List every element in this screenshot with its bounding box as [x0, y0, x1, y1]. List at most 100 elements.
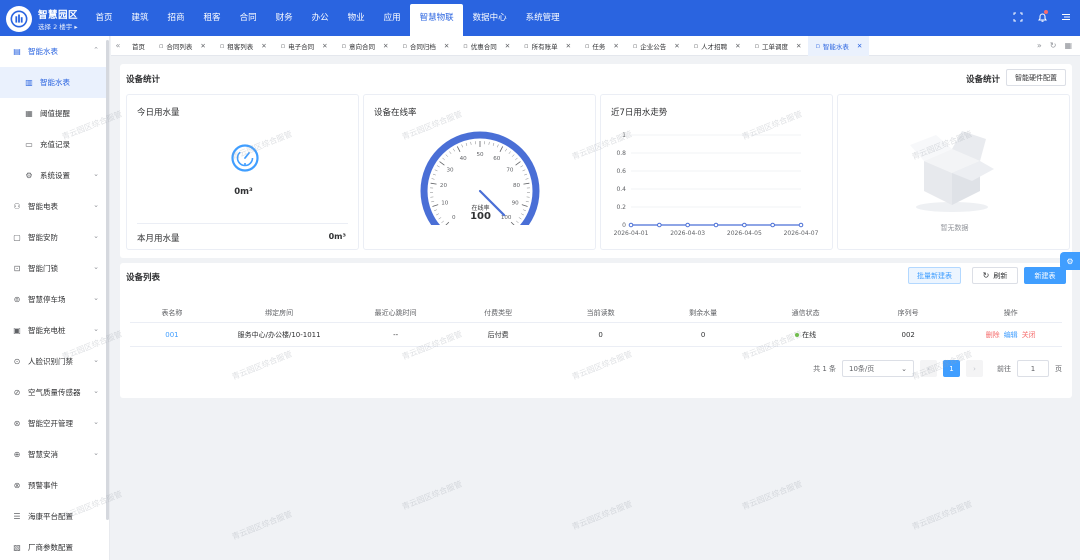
nav-item[interactable]: 租客 — [194, 0, 230, 36]
tabs-scroll-right-icon[interactable]: » — [1037, 41, 1042, 50]
menu-icon[interactable] — [1060, 11, 1072, 23]
y-tick-label: 0.6 — [616, 168, 626, 175]
sidebar-item[interactable]: ⊗ 预警事件 — [0, 470, 109, 501]
gauge-tick — [445, 154, 448, 157]
close-icon[interactable]: ✕ — [796, 42, 801, 50]
sidebar-item[interactable]: ⊚ 智慧停车场 ⌄ — [0, 284, 109, 315]
tab[interactable]: ▫ 意向合同 ✕ — [335, 36, 396, 56]
tab[interactable]: ▫ 智能水表 ✕ — [808, 35, 870, 56]
bell-icon[interactable] — [1036, 10, 1048, 23]
close-icon[interactable]: ✕ — [735, 42, 740, 50]
nav-item[interactable]: 数据中心 — [463, 0, 516, 36]
sidebar-item[interactable]: ▭ 充值记录 — [0, 129, 109, 160]
data-point — [770, 222, 775, 228]
nav-item[interactable]: 办公 — [302, 0, 338, 36]
refresh-button[interactable]: ↻ 刷新 — [972, 267, 1018, 284]
page-number-current[interactable]: 1 — [943, 360, 960, 377]
close-icon[interactable]: ✕ — [261, 42, 266, 50]
sidebar-item[interactable]: ⊙ 人脸识别门禁 ⌄ — [0, 346, 109, 377]
data-point — [628, 222, 634, 228]
tab[interactable]: ▫ 电子合同 ✕ — [274, 36, 335, 56]
data-point — [798, 222, 804, 228]
tab[interactable]: ▫ 优惠合同 ✕ — [456, 36, 517, 56]
gauge-tick — [520, 165, 524, 168]
tab[interactable]: ▫ 人才招聘 ✕ — [687, 36, 748, 56]
sidebar-item[interactable]: ▧ 厂商参数配置 — [0, 532, 109, 560]
close-icon[interactable]: ✕ — [383, 42, 388, 50]
close-icon[interactable]: ✕ — [505, 42, 510, 50]
close-icon[interactable]: ✕ — [444, 42, 449, 50]
sidebar-item-label: 人脸识别门禁 — [28, 357, 73, 366]
refresh-icon: ↻ — [982, 271, 990, 280]
charger-icon: ▣ — [13, 326, 21, 335]
sidebar-item[interactable]: ☰ 海康平台配置 — [0, 501, 109, 532]
nav-item[interactable]: 应用 — [374, 0, 410, 36]
close-icon[interactable]: ✕ — [857, 42, 862, 50]
refresh-tab-icon[interactable]: ↻ — [1050, 41, 1057, 50]
hardware-config-button[interactable]: 智能硬件配置 — [1006, 69, 1066, 86]
sidebar-item[interactable]: ⊡ 智能门锁 ⌄ — [0, 253, 109, 284]
sidebar-item-label: 智能电表 — [28, 202, 58, 211]
sidebar-item[interactable]: ⚙ 系统设置 ⌄ — [0, 160, 109, 191]
sidebar-item-label: 阈值提醒 — [40, 109, 70, 118]
tab[interactable]: ▫ 所有账单 ✕ — [517, 36, 578, 56]
cell-actions: 删除 编辑 关闭 — [959, 330, 1062, 340]
next-page-button[interactable]: › — [966, 360, 983, 377]
sidebar-item[interactable]: ⚇ 智能电表 ⌄ — [0, 191, 109, 222]
sidebar-item[interactable]: ▥ 智能水表 — [0, 67, 109, 98]
sidebar-item[interactable]: ▤ 智能水表 ⌃ — [0, 36, 109, 67]
gauge-tick-label: 40 — [460, 156, 468, 162]
sidebar-item[interactable]: ▣ 智能充电桩 ⌄ — [0, 315, 109, 346]
fullscreen-icon[interactable] — [1012, 11, 1024, 23]
page-size-select[interactable]: 10条/页 ⌄ — [842, 360, 914, 377]
nav-item[interactable]: 招商 — [158, 0, 194, 36]
tab[interactable]: 首页 — [125, 36, 152, 56]
delete-link[interactable]: 删除 — [986, 331, 1000, 339]
settings-float-button[interactable]: ⚙ — [1060, 252, 1080, 270]
prev-page-button[interactable]: ‹ — [920, 360, 937, 377]
cell-name[interactable]: 001 — [130, 331, 214, 339]
y-tick-label: 0 — [622, 222, 626, 229]
watermark: 青云园区综合服管 — [570, 499, 634, 532]
logo — [6, 6, 32, 32]
tab[interactable]: ▫ 合同归档 ✕ — [395, 36, 456, 56]
nav-item[interactable]: 物业 — [338, 0, 374, 36]
new-meter-button[interactable]: 新建表 — [1024, 267, 1066, 284]
sidebar-item[interactable]: ⊕ 智慧安消 ⌄ — [0, 439, 109, 470]
tab[interactable]: ▫ 租客列表 ✕ — [213, 36, 274, 56]
gauge-value: 100 — [470, 211, 491, 222]
gauge-tick — [456, 146, 461, 152]
nav-item[interactable]: 建筑 — [122, 0, 158, 36]
tab[interactable]: ▫ 合同列表 ✕ — [152, 36, 213, 56]
batch-create-button[interactable]: 批量新建表 — [908, 267, 961, 284]
tabs-scroll-left-icon[interactable]: « — [111, 41, 125, 50]
sidebar-item[interactable]: ▦ 阈值提醒 — [0, 98, 109, 129]
close-icon[interactable]: ✕ — [200, 42, 205, 50]
goto-page-input[interactable]: 1 — [1017, 360, 1049, 377]
close-icon[interactable]: ✕ — [674, 42, 679, 50]
gauge-tick — [431, 201, 435, 203]
edit-link[interactable]: 编辑 — [1004, 331, 1018, 339]
sidebar-item[interactable]: ⊘ 空气质量传感器 ⌄ — [0, 377, 109, 408]
close-link[interactable]: 关闭 — [1022, 331, 1036, 339]
nav-item[interactable]: 系统管理 — [516, 0, 569, 36]
grid-icon[interactable]: ▦ — [1064, 41, 1072, 50]
sidebar-item[interactable]: ⊛ 智能空开管理 ⌄ — [0, 408, 109, 439]
tab[interactable]: ▫ 企业公告 ✕ — [626, 36, 687, 56]
sidebar-scrollbar[interactable] — [106, 40, 109, 520]
nav-item[interactable]: 智慧物联 — [410, 4, 464, 36]
tab[interactable]: ▫ 工单调度 ✕ — [748, 36, 809, 56]
building-selector[interactable]: 选择 2 楼宇 ▸ — [38, 21, 78, 31]
nav-item[interactable]: 财务 — [266, 0, 302, 36]
close-icon[interactable]: ✕ — [566, 42, 571, 50]
nav-item[interactable]: 首页 — [86, 0, 122, 36]
tab-label: 合同列表 — [166, 42, 193, 51]
close-icon[interactable]: ✕ — [322, 42, 327, 50]
gauge-tick — [430, 182, 437, 185]
nav-item[interactable]: 合同 — [230, 0, 266, 36]
sidebar-item[interactable]: ▢ 智能安防 ⌄ — [0, 222, 109, 253]
sidebar-item-label: 充值记录 — [40, 140, 70, 149]
tab[interactable]: ▫ 任务 ✕ — [578, 36, 626, 56]
watermark: 青云园区综合服管 — [740, 479, 804, 512]
close-icon[interactable]: ✕ — [613, 42, 618, 50]
